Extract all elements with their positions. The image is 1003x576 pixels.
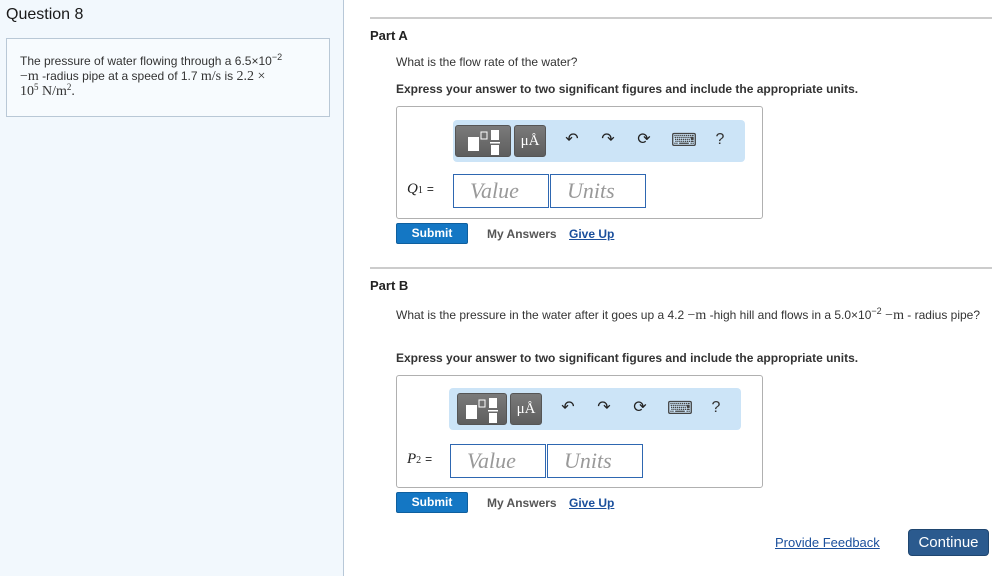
reset-icon[interactable]: ⟳ [633, 128, 655, 152]
part-a-instruction: Express your answer to two significant f… [396, 82, 859, 96]
part-a-variable-label: Q1 = [407, 181, 434, 197]
undo-icon[interactable]: ↶ [561, 128, 583, 152]
part-b-my-answers: My Answers [487, 496, 557, 510]
help-icon[interactable]: ? [709, 128, 731, 152]
question-title: Question 8 [6, 6, 84, 23]
part-b-prompt: What is the pressure in the water after … [396, 306, 981, 324]
part-b-variable-label: P2 = [407, 451, 433, 467]
help-icon[interactable]: ? [705, 396, 727, 420]
part-a-title: Part A [370, 28, 408, 43]
fraction-template-button[interactable] [457, 393, 507, 425]
part-a-divider [370, 17, 992, 19]
question-text: The pressure of water flowing through a … [20, 52, 283, 100]
part-a-submit-button[interactable]: Submit [396, 223, 468, 244]
units-button[interactable]: μÅ [514, 125, 546, 157]
part-b-math-toolbar: μÅ ↶ ↷ ⟳ ⌨ ? [449, 388, 741, 430]
part-a-units-input[interactable] [550, 174, 646, 208]
part-b-submit-button[interactable]: Submit [396, 492, 468, 513]
provide-feedback-link[interactable]: Provide Feedback [775, 535, 880, 550]
redo-icon[interactable]: ↷ [597, 128, 619, 152]
undo-icon[interactable]: ↶ [557, 396, 579, 420]
reset-icon[interactable]: ⟳ [629, 396, 651, 420]
part-b-divider [370, 267, 992, 269]
part-a-prompt: What is the flow rate of the water? [396, 55, 578, 69]
part-a-value-input[interactable] [453, 174, 549, 208]
part-b-give-up-link[interactable]: Give Up [569, 496, 614, 510]
keyboard-icon[interactable]: ⌨ [667, 396, 693, 420]
part-a-my-answers: My Answers [487, 227, 557, 241]
part-b-instruction: Express your answer to two significant f… [396, 351, 859, 365]
fraction-template-icon [468, 130, 500, 155]
part-a-give-up-link[interactable]: Give Up [569, 227, 614, 241]
question-panel: Question 8 The pressure of water flowing… [0, 0, 344, 576]
units-button[interactable]: μÅ [510, 393, 542, 425]
part-a-answer-box: μÅ ↶ ↷ ⟳ ⌨ ? Q1 = [396, 106, 763, 219]
part-b-answer-box: μÅ ↶ ↷ ⟳ ⌨ ? P2 = [396, 375, 763, 488]
part-b-value-input[interactable] [450, 444, 546, 478]
fraction-template-icon [466, 398, 498, 423]
redo-icon[interactable]: ↷ [593, 396, 615, 420]
fraction-template-button[interactable] [455, 125, 511, 157]
part-b-units-input[interactable] [547, 444, 643, 478]
question-text-box: The pressure of water flowing through a … [6, 38, 330, 117]
continue-button[interactable]: Continue [908, 529, 989, 556]
keyboard-icon[interactable]: ⌨ [671, 128, 697, 152]
part-b-title: Part B [370, 278, 409, 293]
part-a-math-toolbar: μÅ ↶ ↷ ⟳ ⌨ ? [453, 120, 745, 162]
